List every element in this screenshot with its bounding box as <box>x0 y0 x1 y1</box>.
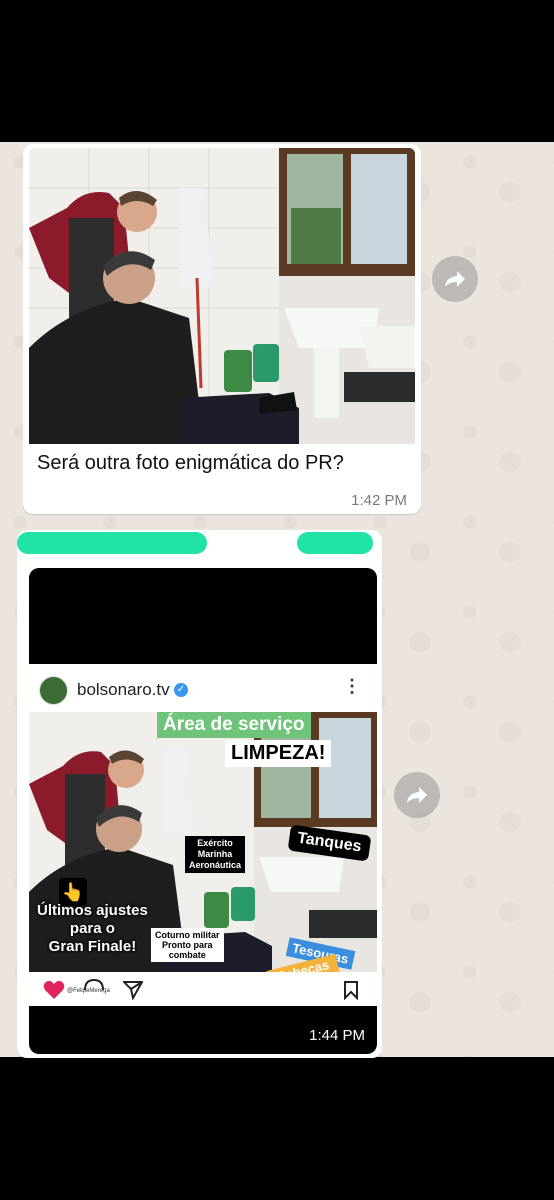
instagram-post-card: bolsonaro.tv ✓ ⋮ Área de serviço LIMPEZA… <box>29 664 377 1006</box>
post-photo: Área de serviço LIMPEZA! Tanques Exércit… <box>29 712 377 972</box>
barbershop-photo <box>29 148 415 444</box>
avatar <box>39 676 68 705</box>
overlay-ultimos-ajustes: Últimos ajustes para o Gran Finale! <box>37 902 148 955</box>
bookmark-icon <box>344 981 358 1000</box>
message-bubble-1[interactable]: Será outra foto enigmática do PR? 1:42 P… <box>23 144 421 514</box>
more-options-icon: ⋮ <box>343 676 361 696</box>
comment-icon <box>84 978 104 991</box>
heart-icon <box>43 980 65 999</box>
overlay-coturno: Coturno militar Pronto para combate <box>151 928 224 962</box>
redacted-sender-name <box>17 532 207 554</box>
forward-arrow-icon <box>445 271 465 287</box>
instagram-screenshot[interactable]: bolsonaro.tv ✓ ⋮ Área de serviço LIMPEZA… <box>29 568 377 1054</box>
post-actions: @FelipeMerega <box>29 976 377 1006</box>
share-icon <box>123 981 143 1000</box>
post-header: bolsonaro.tv ✓ ⋮ <box>29 664 377 714</box>
message-caption: Será outra foto enigmática do PR? <box>37 452 344 474</box>
redacted-sender-phone <box>297 532 373 554</box>
overlay-exercito: Exército Marinha Aeronáutica <box>185 836 246 873</box>
message-timestamp: 1:42 PM <box>351 492 407 509</box>
overlay-area-servico: Área de serviço <box>157 712 311 738</box>
message-bubble-2[interactable]: bolsonaro.tv ✓ ⋮ Área de serviço LIMPEZA… <box>17 530 382 1058</box>
forward-arrow-icon <box>407 787 427 803</box>
forward-button-2[interactable] <box>394 772 440 818</box>
overlay-limpeza: LIMPEZA! <box>225 740 332 767</box>
message-photo[interactable] <box>29 148 415 444</box>
post-username: bolsonaro.tv <box>77 680 170 699</box>
forward-button-1[interactable] <box>432 256 478 302</box>
message-timestamp: 1:44 PM <box>309 1027 365 1044</box>
verified-badge-icon: ✓ <box>174 683 188 697</box>
